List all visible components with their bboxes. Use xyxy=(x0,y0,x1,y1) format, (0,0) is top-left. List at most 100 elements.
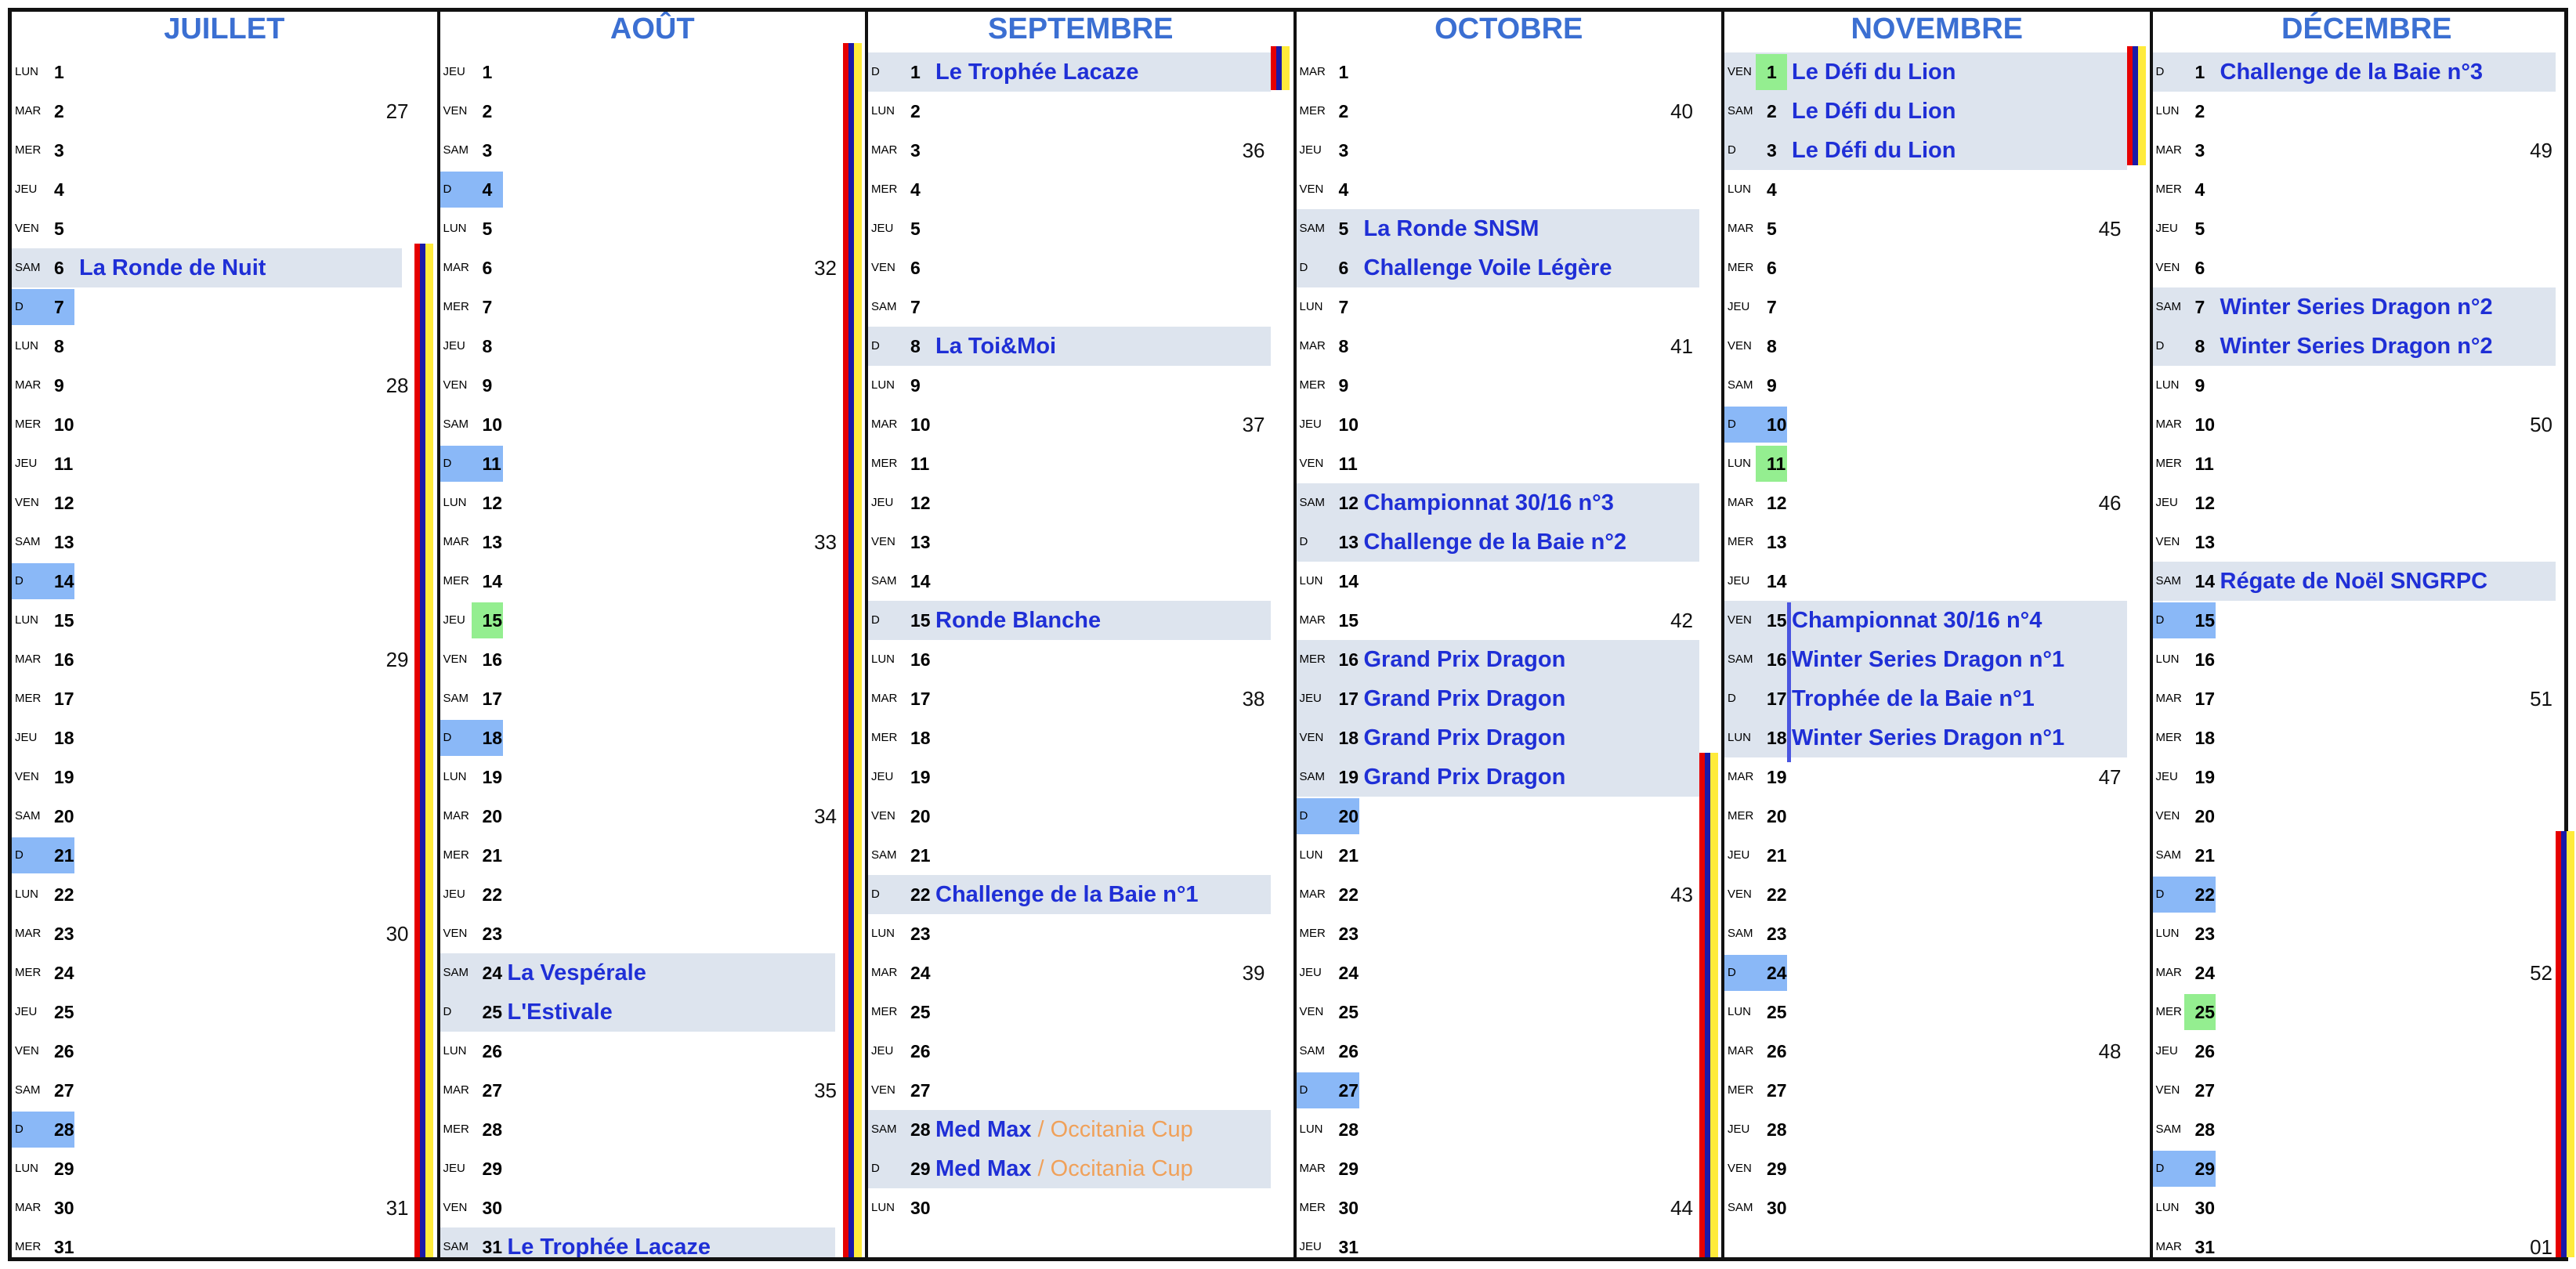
day-number: 2 xyxy=(482,101,493,121)
event-row[interactable]: D 25 L'Estivale xyxy=(440,992,835,1032)
event-row[interactable]: D 1 Challenge de la Baie n°3 xyxy=(2152,52,2556,92)
day-row: JEU 31 xyxy=(1297,1227,1722,1257)
event-row[interactable]: LUN 18 Winter Series Dragon n°1 xyxy=(1724,718,2127,757)
event-title[interactable]: Winter Series Dragon n°2 xyxy=(2220,327,2493,366)
event-row[interactable]: MER 16 Grand Prix Dragon xyxy=(1296,640,1699,679)
weekday-label: MER xyxy=(1299,927,1326,940)
month-column-3: OCTOBRE MAR 1 MER 2 40 JEU 3 VEN 4 SAM 5 La Ronde SN… xyxy=(1296,12,1724,1257)
event-title[interactable]: Grand Prix Dragon xyxy=(1364,718,1566,757)
event-secondary-name: / Occitania Cup xyxy=(1031,1156,1193,1181)
event-row[interactable]: SAM 16 Winter Series Dragon n°1 xyxy=(1724,640,2127,679)
day-row: MAR 19 47 xyxy=(1724,757,2150,797)
week-number: 44 xyxy=(1670,1196,1693,1220)
day-number: 20 xyxy=(2194,806,2216,826)
weekday-label: MER xyxy=(15,1240,42,1253)
event-title[interactable]: L'Estivale xyxy=(508,992,613,1032)
day-row: MAR 1 xyxy=(1297,52,1722,92)
weekday-label: D xyxy=(443,457,452,470)
event-title[interactable]: Winter Series Dragon n°1 xyxy=(1792,640,2064,679)
event-row[interactable]: SAM 28 Med Max / Occitania Cup xyxy=(868,1110,1271,1149)
day-row: D 28 xyxy=(12,1110,437,1149)
event-title[interactable]: Grand Prix Dragon xyxy=(1364,679,1566,718)
day-row: VEN 8 xyxy=(1724,327,2150,366)
event-title[interactable]: Challenge de la Baie n°3 xyxy=(2220,52,2484,92)
event-title[interactable]: La Toi&Moi xyxy=(935,327,1056,366)
event-row[interactable]: SAM 12 Championnat 30/16 n°3 xyxy=(1296,483,1699,522)
event-row[interactable]: D 1 Le Trophée Lacaze xyxy=(868,52,1271,92)
event-title[interactable]: Med Max / Occitania Cup xyxy=(935,1149,1193,1188)
event-title[interactable]: Championnat 30/16 n°3 xyxy=(1364,483,1614,522)
event-row[interactable]: D 29 Med Max / Occitania Cup xyxy=(868,1149,1271,1188)
day-number: 31 xyxy=(54,1237,74,1257)
weekday-label: VEN xyxy=(2155,809,2180,822)
event-row[interactable]: D 8 Winter Series Dragon n°2 xyxy=(2152,327,2556,366)
weekday-label: JEU xyxy=(2155,770,2178,783)
day-number: 15 xyxy=(910,610,931,631)
day-number: 16 xyxy=(1338,649,1359,670)
month-title: OCTOBRE xyxy=(1435,13,1583,45)
event-title[interactable]: Le Trophée Lacaze xyxy=(508,1227,711,1257)
event-title[interactable]: Le Défi du Lion xyxy=(1792,52,1956,92)
event-title[interactable]: Grand Prix Dragon xyxy=(1364,757,1566,797)
event-row[interactable]: SAM 24 La Vespérale xyxy=(440,953,835,992)
day-number: 24 xyxy=(910,963,931,983)
day-row: VEN 25 xyxy=(1297,992,1722,1032)
weekday-label: MER xyxy=(1728,809,1754,822)
event-row[interactable]: VEN 15 Championnat 30/16 n°4 xyxy=(1724,601,2127,640)
day-row: LUN 28 xyxy=(1297,1110,1722,1149)
event-title[interactable]: Grand Prix Dragon xyxy=(1364,640,1566,679)
event-title[interactable]: Winter Series Dragon n°1 xyxy=(1792,718,2064,757)
event-row[interactable]: VEN 1 Le Défi du Lion xyxy=(1724,52,2127,92)
event-row[interactable]: SAM 6 La Ronde de Nuit xyxy=(12,248,402,287)
event-title[interactable]: Challenge de la Baie n°2 xyxy=(1364,522,1627,562)
day-row: VEN 13 xyxy=(868,522,1293,562)
day-row: MAR 10 37 xyxy=(868,405,1293,444)
event-row[interactable]: SAM 2 Le Défi du Lion xyxy=(1724,92,2127,131)
weekday-label: LUN xyxy=(443,1044,467,1058)
event-row[interactable]: SAM 19 Grand Prix Dragon xyxy=(1296,757,1699,797)
weekday-label: MER xyxy=(443,300,469,313)
event-title[interactable]: La Vespérale xyxy=(508,953,646,992)
day-row: LUN 29 xyxy=(12,1149,437,1188)
event-title[interactable]: Championnat 30/16 n°4 xyxy=(1792,601,2042,640)
weekday-label: JEU xyxy=(443,339,465,352)
event-row[interactable]: VEN 18 Grand Prix Dragon xyxy=(1296,718,1699,757)
event-row[interactable]: SAM 5 La Ronde SNSM xyxy=(1296,209,1699,248)
event-title[interactable]: Winter Series Dragon n°2 xyxy=(2220,287,2493,327)
weekday-label: VEN xyxy=(2155,261,2180,274)
weekday-label: SAM xyxy=(1728,104,1753,118)
event-title[interactable]: Le Défi du Lion xyxy=(1792,92,1956,131)
event-row[interactable]: JEU 17 Grand Prix Dragon xyxy=(1296,679,1699,718)
event-row[interactable]: D 15 Ronde Blanche xyxy=(868,601,1271,640)
weekday-label: MAR xyxy=(15,653,42,666)
event-row[interactable]: D 17 Trophée de la Baie n°1 xyxy=(1724,679,2127,718)
event-row[interactable]: SAM 14 Régate de Noël SNGRPC xyxy=(2152,562,2556,601)
event-title[interactable]: Régate de Noël SNGRPC xyxy=(2220,562,2488,601)
event-title[interactable]: Ronde Blanche xyxy=(935,601,1101,640)
weekday-label: VEN xyxy=(1728,65,1752,78)
event-row[interactable]: D 6 Challenge Voile Légère xyxy=(1296,248,1699,287)
event-title[interactable]: La Ronde SNSM xyxy=(1364,209,1539,248)
event-title[interactable]: Trophée de la Baie n°1 xyxy=(1792,679,2035,718)
event-row[interactable]: D 22 Challenge de la Baie n°1 xyxy=(868,875,1271,914)
day-number: 14 xyxy=(2194,571,2216,591)
day-row: MER 10 xyxy=(12,405,437,444)
event-row[interactable]: D 8 La Toi&Moi xyxy=(868,327,1271,366)
weekday-label: SAM xyxy=(15,809,41,822)
event-title[interactable]: Med Max / Occitania Cup xyxy=(935,1110,1193,1149)
event-title[interactable]: Le Défi du Lion xyxy=(1792,131,1956,170)
event-row[interactable]: SAM 31 Le Trophée Lacaze xyxy=(440,1227,835,1257)
event-title[interactable]: Challenge Voile Légère xyxy=(1364,248,1612,287)
day-row: MAR 13 33 xyxy=(440,522,866,562)
event-title[interactable]: La Ronde de Nuit xyxy=(79,248,266,287)
event-title[interactable]: Le Trophée Lacaze xyxy=(935,52,1139,92)
weekday-label: MER xyxy=(1728,261,1754,274)
event-row[interactable]: SAM 7 Winter Series Dragon n°2 xyxy=(2152,287,2556,327)
event-row[interactable]: D 13 Challenge de la Baie n°2 xyxy=(1296,522,1699,562)
weekday-label: VEN xyxy=(1728,1162,1752,1175)
day-number: 16 xyxy=(1767,649,1787,670)
event-row[interactable]: D 3 Le Défi du Lion xyxy=(1724,131,2127,170)
day-row: VEN 27 xyxy=(868,1071,1293,1110)
event-title[interactable]: Challenge de la Baie n°1 xyxy=(935,875,1199,914)
week-number: 50 xyxy=(2530,413,2552,436)
